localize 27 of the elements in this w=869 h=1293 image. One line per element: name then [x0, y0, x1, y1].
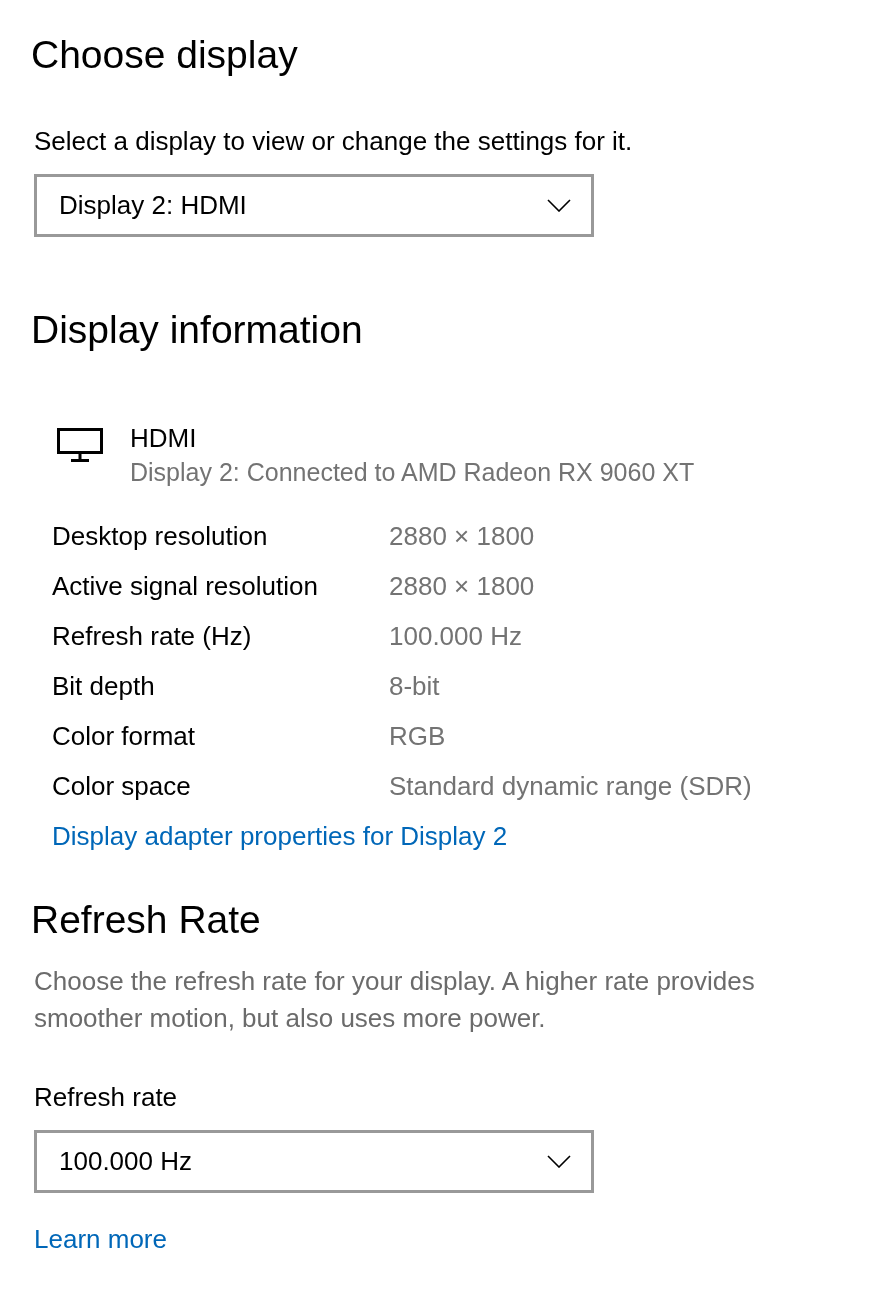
chevron-down-icon — [547, 1155, 571, 1168]
monitor-description: Display 2: Connected to AMD Radeon RX 9060 XT — [130, 457, 695, 488]
display-dropdown[interactable]: Display 2: HDMI — [34, 174, 594, 237]
property-label: Color format — [52, 720, 196, 752]
property-label: Color space — [52, 770, 191, 802]
property-value: 8-bit — [389, 670, 440, 702]
instruction-text: Select a display to view or change the settings for it. — [34, 126, 633, 156]
chevron-down-icon — [547, 199, 571, 212]
property-label: Desktop resolution — [52, 520, 268, 552]
adapter-properties-link[interactable]: Display adapter properties for Display 2 — [52, 820, 508, 852]
property-label: Active signal resolution — [52, 570, 318, 602]
property-label: Refresh rate (Hz) — [52, 620, 252, 652]
property-value: 2880 × 1800 — [389, 520, 535, 552]
property-value: RGB — [389, 720, 446, 752]
section-heading: Choose display — [31, 32, 298, 78]
property-value: 100.000 Hz — [389, 620, 522, 652]
property-value: 2880 × 1800 — [389, 570, 535, 602]
property-label: Bit depth — [52, 670, 155, 702]
property-value: Standard dynamic range (SDR) — [389, 770, 752, 802]
monitor-icon — [57, 428, 103, 463]
description-text: Choose the refresh rate for your display. A higher rate provides smoother motion, but also uses more power. — [34, 965, 756, 1035]
section-heading: Refresh Rate — [31, 897, 261, 943]
monitor-name: HDMI — [130, 422, 197, 455]
refresh-rate-dropdown[interactable]: 100.000 Hz — [34, 1130, 594, 1193]
field-label: Refresh rate — [34, 1081, 178, 1113]
learn-more-link[interactable]: Learn more — [34, 1223, 167, 1255]
section-heading: Display information — [31, 307, 363, 353]
